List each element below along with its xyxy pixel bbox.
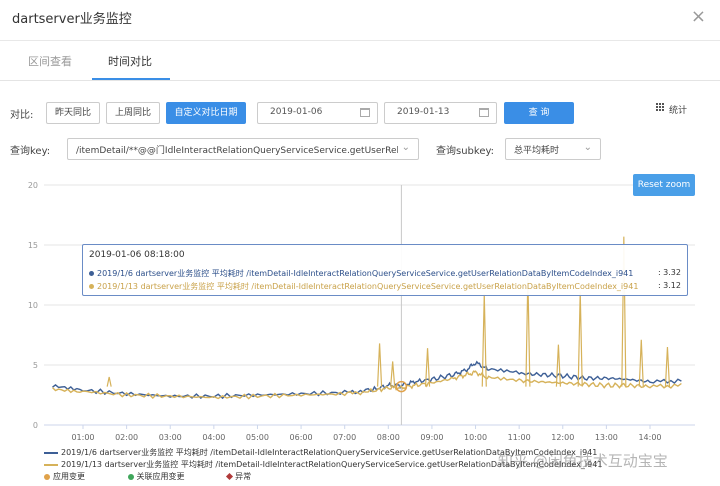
x-tick-label: 09:00: [420, 433, 443, 442]
calendar-icon[interactable]: [479, 108, 489, 117]
legend-markers-row: 应用变更 关联应用变更 异常: [44, 471, 251, 482]
subkey-select[interactable]: 总平均耗时 ⌄: [505, 138, 601, 160]
tooltip-series2-value: : 3.12: [655, 281, 681, 290]
tab-interval-view[interactable]: 区间查看: [28, 53, 72, 69]
y-tick-label: 0: [33, 421, 38, 430]
series-line-2: [52, 370, 682, 400]
series-line-1: [52, 360, 682, 400]
y-tick-label: 20: [28, 181, 38, 190]
related-change-icon: [127, 473, 134, 480]
subkey-value: 总平均耗时: [514, 146, 560, 156]
series1-dot-icon: [89, 271, 94, 276]
line-chart[interactable]: 0 5 10 15 20 01:00 02:00 03:00 04:00 05:00 06:00 07…: [0, 160, 720, 486]
dialog-titlebar: dartserver业务监控 ×: [0, 0, 720, 41]
spike-mark: [577, 291, 583, 387]
end-date-value: 2019-01-13: [397, 107, 450, 117]
custom-date-button[interactable]: 自定义对比日期: [166, 102, 246, 124]
tooltip-series1-value: : 3.32: [655, 268, 681, 277]
spike-mark: [424, 348, 431, 387]
x-tick-label: 11:00: [508, 433, 531, 442]
spike-mark: [664, 346, 671, 387]
exception-icon: [226, 472, 234, 481]
x-tick-label: 03:00: [159, 433, 182, 442]
x-tick-label: 13:00: [595, 433, 618, 442]
tooltip-row-series2: 2019/1/13 dartserver业务监控 平均耗时 /itemDetai…: [89, 281, 681, 292]
dialog-title: dartserver业务监控: [12, 12, 132, 27]
querykey-label: 查询key:: [10, 146, 51, 157]
chart-area[interactable]: 0 5 10 15 20 01:00 02:00 03:00 04:00 05:00 06:00 07…: [0, 160, 720, 486]
watermark-text: 知乎 @闲鱼技术互动宝宝: [498, 452, 668, 470]
x-tick-label: 05:00: [246, 433, 269, 442]
tooltip-series1-text: 2019/1/6 dartserver业务监控 平均耗时 /itemDetail…: [97, 269, 634, 278]
legend-m1-label: 应用变更: [53, 472, 85, 481]
query-button[interactable]: 查 询: [504, 102, 574, 124]
legend-item-exception[interactable]: 异常: [226, 472, 252, 481]
spike-mark: [555, 344, 562, 387]
tab-time-compare[interactable]: 时间对比: [108, 53, 152, 69]
legend-m3-label: 异常: [235, 472, 252, 481]
lastweek-compare-button[interactable]: 上周同比: [106, 102, 160, 124]
yesterday-compare-button[interactable]: 昨天同比: [46, 102, 100, 124]
x-tick-label: 06:00: [290, 433, 313, 442]
tooltip-time: 2019-01-06 08:18:00: [89, 250, 185, 260]
x-tick-label: 12:00: [551, 433, 574, 442]
series2-dot-icon: [89, 284, 94, 289]
close-icon[interactable]: ×: [691, 6, 706, 27]
x-tick-label: 01:00: [71, 433, 94, 442]
legend-item-related-change[interactable]: 关联应用变更: [127, 472, 185, 481]
start-date-value: 2019-01-06: [270, 107, 323, 117]
grid-icon[interactable]: [656, 103, 665, 112]
legend-item-app-change[interactable]: 应用变更: [44, 472, 85, 481]
x-tick-label: 02:00: [115, 433, 138, 442]
line-swatch-icon: [44, 451, 58, 454]
calendar-icon[interactable]: [360, 108, 370, 117]
active-tab-indicator: [92, 78, 170, 80]
start-date-input[interactable]: 2019-01-06: [257, 102, 378, 124]
chevron-down-icon: ⌄: [583, 142, 592, 153]
chevron-down-icon: ⌄: [401, 142, 410, 153]
x-tick-label: 10:00: [464, 433, 487, 442]
chart-tooltip: 2019-01-06 08:18:00 2019/1/6 dartserver业…: [82, 244, 688, 296]
spike-mark: [106, 376, 112, 387]
end-date-input[interactable]: 2019-01-13: [384, 102, 497, 124]
querykey-select[interactable]: /itemDetail/**@@门IdleInteractRelationQue…: [67, 138, 419, 160]
line-swatch-icon: [44, 463, 58, 466]
app-change-icon: [44, 473, 50, 480]
reset-zoom-button[interactable]: Reset zoom: [633, 174, 695, 196]
x-tick-label: 04:00: [202, 433, 225, 442]
x-tick-label: 08:00: [377, 433, 400, 442]
x-tick-label: 07:00: [333, 433, 356, 442]
querykey-value: /itemDetail/**@@门IdleInteractRelationQue…: [76, 146, 398, 156]
legend-m2-label: 关联应用变更: [136, 472, 185, 481]
y-tick-label: 15: [28, 241, 38, 250]
compare-label: 对比:: [10, 110, 34, 121]
y-tick-label: 10: [28, 301, 38, 310]
spike-mark: [481, 294, 487, 387]
tooltip-series2-text: 2019/1/13 dartserver业务监控 平均耗时 /itemDetai…: [97, 282, 639, 291]
y-tick-label: 5: [33, 361, 38, 370]
subkey-label: 查询subkey:: [436, 146, 495, 157]
tab-bar: 区间查看 时间对比: [0, 40, 720, 81]
x-tick-label: 14:00: [638, 433, 661, 442]
stats-label[interactable]: 统计: [669, 103, 687, 116]
tooltip-row-series1: 2019/1/6 dartserver业务监控 平均耗时 /itemDetail…: [89, 268, 681, 279]
